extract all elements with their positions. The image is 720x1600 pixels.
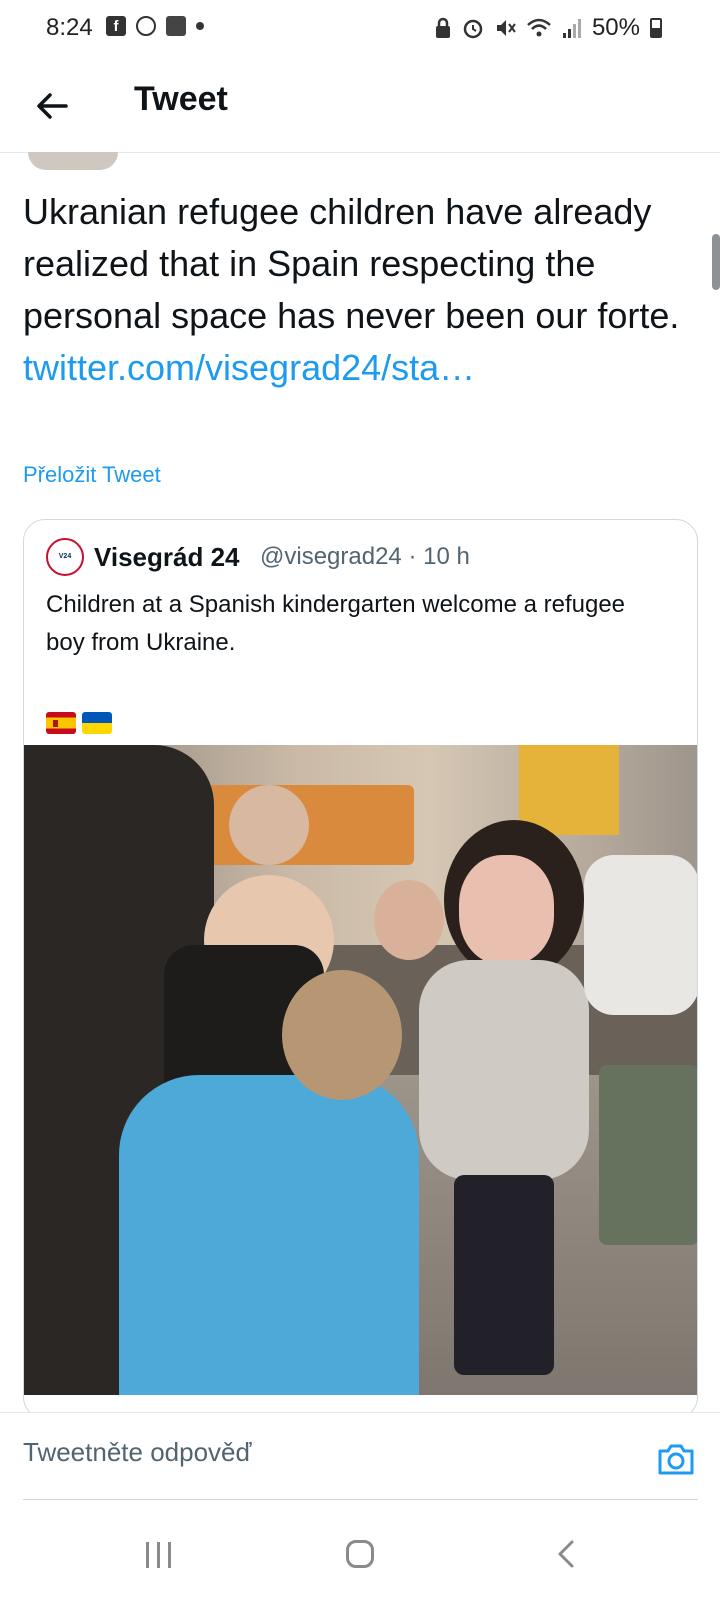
reply-input[interactable]: Tweetněte odpověď [23, 1437, 251, 1468]
ukraine-flag-icon [82, 712, 112, 734]
facebook-icon: f [106, 16, 126, 36]
mute-icon [496, 20, 516, 36]
recents-icon[interactable] [146, 1542, 174, 1568]
quoted-tweet-card[interactable]: V24 Visegrád 24 @visegrad24 · 10 h Child… [23, 519, 698, 1419]
top-app-bar: Tweet [0, 60, 720, 153]
camera-icon[interactable] [656, 1441, 696, 1477]
back-arrow-icon[interactable] [28, 82, 76, 130]
wifi-icon [527, 18, 551, 37]
media-girl-legs [454, 1175, 554, 1375]
status-time: 8:24 [46, 14, 93, 41]
media-background-kid-2 [374, 880, 444, 960]
quoted-author-meta: @visegrad24 · 10 h [260, 543, 470, 570]
status-right: 50% [434, 14, 662, 42]
tweet-text: Ukranian refugee children have already r… [23, 186, 683, 394]
spain-flag-icon [46, 712, 76, 734]
author-avatar[interactable] [28, 152, 118, 170]
media-right-figure [584, 855, 697, 1015]
tweet-link[interactable]: twitter.com/visegrad24/sta… [23, 342, 683, 394]
status-bar: 8:24 f 50% [0, 0, 720, 60]
notification-icons: f [106, 16, 204, 36]
home-icon[interactable] [346, 1540, 374, 1568]
tweet-body: Ukranian refugee children have already r… [23, 191, 680, 336]
translate-tweet-link[interactable]: Přeložit Tweet [23, 462, 161, 488]
video-thumbnail[interactable] [24, 745, 697, 1395]
system-back-icon[interactable] [552, 1538, 582, 1570]
media-chair [599, 1065, 697, 1245]
media-girl-face [459, 855, 554, 965]
media-yellow-panel [519, 745, 619, 835]
page-title: Tweet [134, 80, 228, 118]
quoted-tweet-text: Children at a Spanish kindergarten welco… [46, 591, 626, 656]
gallery-icon [166, 16, 186, 36]
quoted-flags [46, 712, 112, 734]
alarm-icon [463, 19, 483, 39]
signal-icon [562, 19, 581, 38]
lock-icon [435, 17, 450, 38]
media-child-blue [119, 1075, 419, 1395]
system-nav-bar [0, 1500, 720, 1600]
scrollbar-thumb[interactable] [712, 234, 720, 290]
whatsapp-icon [136, 16, 156, 36]
media-girl-body [419, 960, 589, 1180]
battery-icon [650, 18, 662, 38]
reply-bar: Tweetněte odpověď [0, 1412, 720, 1501]
media-child-blue-head [282, 970, 402, 1100]
quoted-author-name: Visegrád 24 [94, 542, 240, 572]
dot-icon [196, 22, 204, 30]
battery-percent: 50% [591, 14, 640, 41]
quoted-avatar: V24 [46, 538, 84, 576]
media-background-kids [229, 785, 309, 865]
